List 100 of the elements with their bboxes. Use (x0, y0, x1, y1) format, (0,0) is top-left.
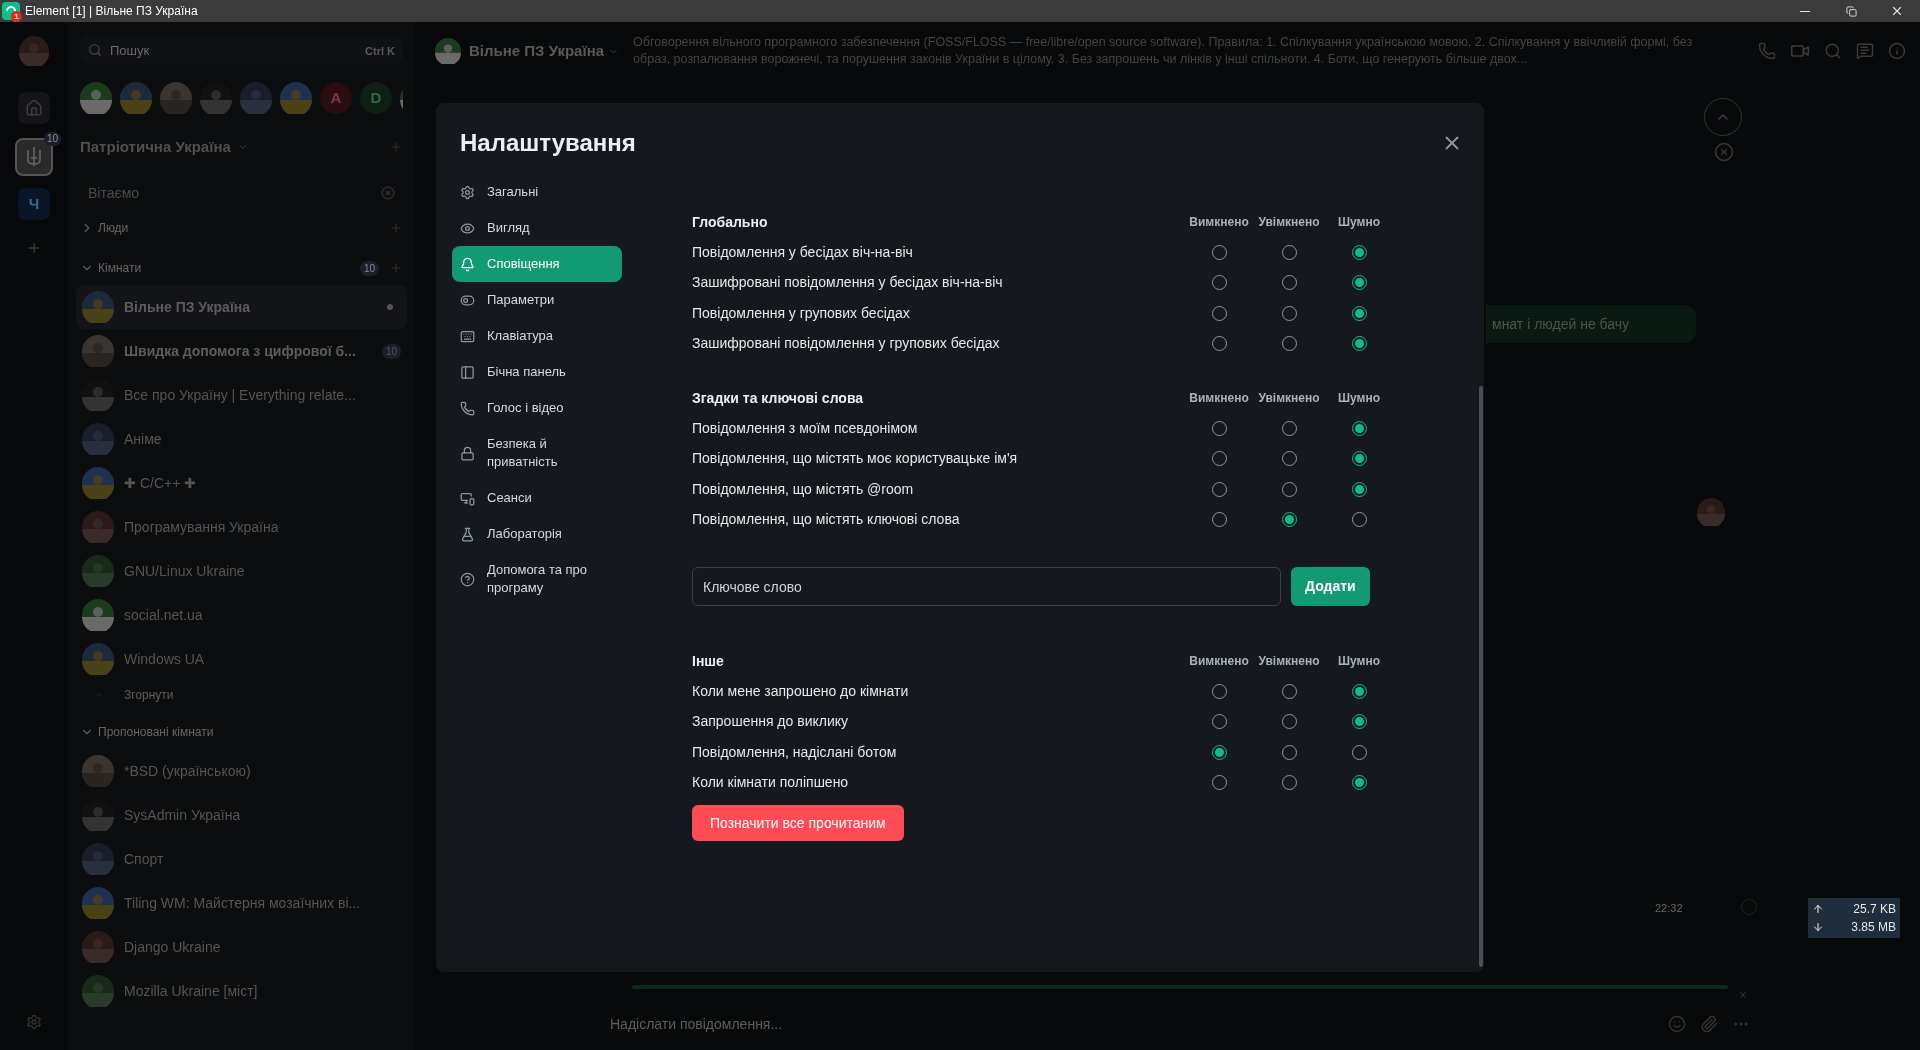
avatar (82, 555, 114, 587)
room-item[interactable]: Tiling WM: Майстерня мозаїчних ві... (76, 881, 407, 925)
nav-item[interactable]: Загальні (452, 174, 622, 210)
column-heading: Увімкнено (1257, 214, 1321, 231)
nav-item[interactable]: Лабораторія (452, 516, 622, 552)
room-name: Швидка допомога з цифрової б... (124, 341, 357, 361)
avatar (82, 887, 114, 919)
avatar (82, 511, 114, 543)
space-button[interactable]: Ч (18, 188, 50, 220)
section-heading[interactable]: Люди (98, 219, 389, 237)
room-item[interactable]: SysAdmin Україна (76, 793, 407, 837)
upload-rate: 25.7 KB (1853, 901, 1896, 918)
keyboard-icon (460, 328, 475, 344)
help-icon (460, 571, 475, 587)
nav-item[interactable]: Безпека й приватність (452, 426, 622, 480)
phone-icon (460, 400, 475, 416)
setting-label: Коли мене запрошено до кімнати (692, 681, 910, 701)
column-heading: Увімкнено (1257, 390, 1321, 407)
shortcut-hint: Ctrl K (365, 44, 395, 59)
space-title[interactable]: Патріотична Україна (80, 135, 231, 159)
room-name: Django Ukraine (124, 937, 222, 957)
room-item[interactable]: Аніме (76, 417, 407, 461)
plus-icon (26, 240, 42, 256)
scrollbar[interactable] (1479, 386, 1483, 967)
room-name: Аніме (124, 429, 163, 449)
eye-icon (460, 220, 475, 236)
avatar (82, 755, 114, 787)
welcome-link[interactable]: Вітаємо (88, 182, 381, 204)
setting-label: Повідомлення з моїм псевдонімом (692, 418, 919, 438)
avatar (240, 82, 272, 114)
setting-label: Повідомлення, що містять @room (692, 479, 915, 499)
room-topic[interactable]: Обговорення вільного програмного забезпечення (FOSS/FLOSS — free/libre/open source software). Правила: 1. Спілкування українською мовою. 2. Спілкування у ввічливій формі, без образ, розпалювання ворожнечі, та порушення законів України в цілому. 3. Без запрошень чи лінків у інші спільноти. 4. Боти, що генерують більше двох... (633, 34, 1724, 68)
add-button[interactable]: Додати (1291, 567, 1370, 606)
section-heading: Згадки та ключові слова (692, 388, 865, 408)
section-heading[interactable]: Кімнати (98, 259, 360, 277)
room-title[interactable]: Вільне ПЗ Україна (469, 39, 605, 63)
room-item[interactable]: Все про Україну | Everything relate... (76, 373, 407, 417)
keyword-field[interactable]: Ключове слово (692, 567, 1281, 606)
search-icon (88, 43, 102, 57)
room-avatar[interactable]: D (360, 82, 392, 114)
flask-icon (460, 526, 475, 542)
nav-item[interactable]: Клавіатура (452, 318, 622, 354)
room-name: Tiling WM: Майстерня мозаїчних ві... (124, 893, 362, 913)
room-name: social.net.ua (124, 605, 204, 625)
avatar (82, 599, 114, 631)
column-heading: Шумно (1337, 653, 1381, 670)
nav-item[interactable]: Сповіщення (452, 246, 622, 282)
download-rate: 3.85 MB (1851, 919, 1896, 936)
home-icon (25, 99, 43, 117)
section-heading: Інше (692, 651, 725, 671)
room-name: Спорт (124, 849, 165, 869)
nav-item[interactable]: Вигляд (452, 210, 622, 246)
room-item[interactable]: social.net.ua (76, 593, 407, 637)
setting-label: Коли кімнати поліпшено (692, 773, 850, 793)
room-item[interactable]: Програмування Україна (76, 505, 407, 549)
setting-label: Повідомлення у групових бесідах (692, 303, 911, 323)
room-avatar[interactable]: A (320, 82, 352, 114)
room-name: Все про Україну | Everything relate... (124, 385, 357, 405)
setting-label: Повідомлення, що містять ключові слова (692, 510, 961, 530)
section-heading: Глобально (692, 212, 769, 232)
setting-label: Повідомлення, надіслані ботом (692, 742, 898, 762)
nav-item[interactable]: Сеанси (452, 480, 622, 516)
room-item[interactable]: *BSD (українською) (76, 749, 407, 793)
settings-icon (460, 184, 475, 200)
dialog-title: Налаштування (460, 128, 637, 158)
avatar (82, 843, 114, 875)
nav-item[interactable]: Параметри (452, 282, 622, 318)
avatar (82, 423, 114, 455)
room-item[interactable]: Windows UA (76, 637, 407, 681)
upload-icon (1812, 903, 1824, 915)
room-item[interactable]: Спорт (76, 837, 407, 881)
download-icon (1812, 921, 1824, 933)
bell-icon (460, 256, 475, 272)
room-item[interactable]: Вільне ПЗ Україна (76, 285, 407, 329)
restore-icon (1845, 5, 1857, 17)
count-badge: 10 (359, 260, 379, 276)
room-name: *BSD (українською) (124, 761, 252, 781)
avatar (82, 975, 114, 1007)
room-item[interactable]: ✚ C/C++ ✚ (76, 461, 407, 505)
nav-item[interactable]: Допомога та про програму (452, 552, 622, 606)
room-item[interactable]: Django Ukraine (76, 925, 407, 969)
column-heading: Вимкнено (1188, 214, 1250, 231)
room-item[interactable]: Mozilla Ukraine [міст] (76, 969, 407, 1013)
room-name: Програмування Україна (124, 517, 280, 537)
room-item[interactable]: GNU/Linux Ukraine (76, 549, 407, 593)
setting-label: Повідомлення у бесідах віч-на-віч (692, 242, 914, 262)
nav-item[interactable]: Бічна панель (452, 354, 622, 390)
minimize-icon (1800, 10, 1810, 12)
collapse-link[interactable]: Згорнути (124, 686, 174, 704)
column-heading: Шумно (1337, 390, 1381, 407)
avatar (120, 82, 152, 114)
avatar (280, 82, 312, 114)
setting-label: Зашифровані повідомлення у групових бесідах (692, 334, 1001, 354)
avatar (160, 82, 192, 114)
setting-label: Повідомлення, що містять моє користувацьке ім'я (692, 449, 1019, 469)
section-heading[interactable]: Пропоновані кімнати (98, 723, 403, 741)
nav-item[interactable]: Голос і відео (452, 390, 622, 426)
timestamp: 22:32 (1655, 901, 1683, 916)
message-field[interactable]: Надіслати повідомлення... (610, 1013, 1668, 1035)
mark-all-read-button[interactable]: Позначити все прочитаним (692, 805, 904, 841)
